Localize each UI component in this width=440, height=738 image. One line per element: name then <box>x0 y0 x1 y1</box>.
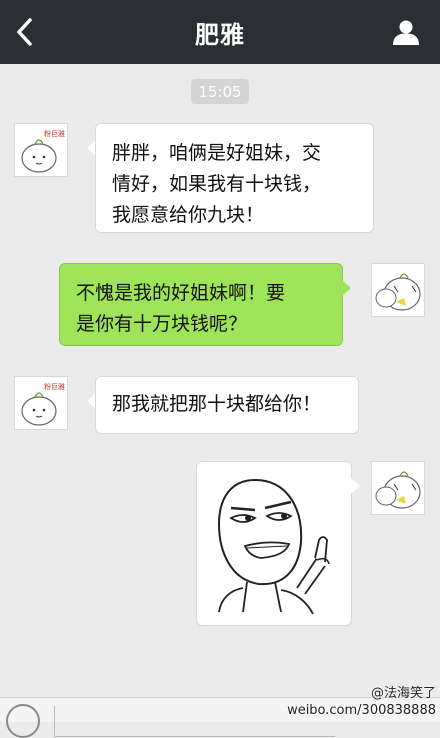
bubble-tail <box>342 280 351 296</box>
avatar[interactable]: 粉巨雅 <box>14 376 68 430</box>
chat-profile-button[interactable] <box>390 16 422 48</box>
rage-face-middle-finger-sticker <box>217 478 330 615</box>
message-text-line: 是你有十万块钱呢？ <box>76 313 248 335</box>
watermark-url: weibo.com/300838888 <box>287 703 436 718</box>
chat-header: 肥雅 <box>0 0 440 64</box>
weibo-watermark: @法海笑了 weibo.com/300838888 <box>287 685 436 719</box>
voice-input-button[interactable] <box>6 704 40 738</box>
avatar-caption: 粉巨雅 <box>44 382 65 391</box>
avatar[interactable] <box>371 263 425 317</box>
sticker-message-bubble[interactable] <box>196 461 352 626</box>
message-text-line: 情好，如果我有十块钱， <box>112 173 322 195</box>
cartoon-avatar-icon: 粉巨雅 <box>21 129 65 173</box>
message-timestamp: 15:05 <box>191 79 249 104</box>
cartoon-avatar-icon: 粉巨雅 <box>21 382 65 426</box>
message-text-line: 胖胖，咱俩是好姐妹，交 <box>112 142 322 164</box>
message-text-line: 我愿意给你九块！ <box>112 204 265 226</box>
chat-title: 肥雅 <box>195 20 245 49</box>
message-text-line: 不愧是我的好姐妹啊！要 <box>76 282 286 304</box>
person-icon <box>393 20 419 45</box>
message-text-line: 那我就把那十块都给你！ <box>112 393 322 415</box>
avatar[interactable]: 粉巨雅 <box>14 123 68 177</box>
cartoon-avatar-icon <box>375 471 421 509</box>
message-bubble-incoming[interactable]: 那我就把那十块都给你！ <box>95 376 359 434</box>
avatar[interactable] <box>371 461 425 515</box>
message-bubble-outgoing[interactable]: 不愧是我的好姐妹啊！要 是你有十万块钱呢？ <box>59 263 343 346</box>
watermark-handle: @法海笑了 <box>370 686 436 701</box>
avatar-caption: 粉巨雅 <box>44 129 65 138</box>
message-bubble-incoming[interactable]: 胖胖，咱俩是好姐妹，交 情好，如果我有十块钱， 我愿意给你九块！ <box>95 123 374 233</box>
bubble-tail <box>351 478 360 494</box>
cartoon-avatar-icon <box>375 273 421 311</box>
